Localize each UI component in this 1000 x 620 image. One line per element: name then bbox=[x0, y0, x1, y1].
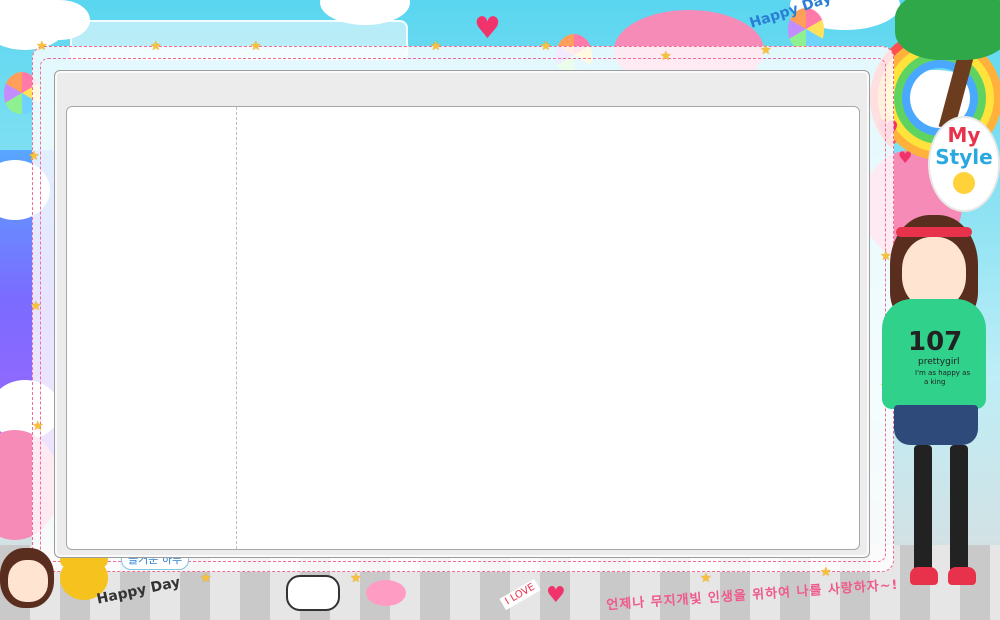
star-icon: ★ bbox=[660, 49, 672, 64]
star-icon: ★ bbox=[760, 43, 772, 58]
smiley-icon bbox=[953, 172, 975, 194]
star-icon: ★ bbox=[150, 39, 162, 54]
heart-icon: ♥ bbox=[546, 583, 566, 608]
star-icon: ★ bbox=[36, 39, 48, 54]
star-icon: ★ bbox=[540, 39, 552, 54]
shirt-slogan-line-1: I'm as happy as bbox=[915, 369, 971, 377]
shirt-slogan-line-2: a king bbox=[924, 378, 946, 386]
left-content-pane[interactable] bbox=[67, 107, 237, 549]
girl-illustration: 107 prettygirl I'm as happy as a king bbox=[868, 215, 1000, 605]
girl-shoe bbox=[910, 567, 938, 585]
shirt-brand: prettygirl bbox=[918, 357, 960, 367]
girl-leg bbox=[914, 445, 932, 575]
cow-illustration bbox=[286, 575, 340, 611]
star-icon: ★ bbox=[700, 571, 712, 586]
star-icon: ★ bbox=[32, 419, 44, 434]
girl-skirt bbox=[894, 405, 978, 445]
girl-leg bbox=[950, 445, 968, 575]
content-book bbox=[66, 106, 860, 550]
star-icon: ★ bbox=[28, 149, 40, 164]
pig-illustration bbox=[366, 580, 406, 606]
kid-face bbox=[8, 560, 48, 602]
kid-illustration bbox=[0, 548, 58, 620]
tree-canopy bbox=[895, 0, 1000, 60]
girl-headband bbox=[896, 227, 972, 237]
star-icon: ★ bbox=[820, 565, 832, 580]
star-icon: ★ bbox=[430, 39, 442, 54]
star-icon: ★ bbox=[350, 571, 362, 586]
heart-icon: ♥ bbox=[474, 11, 501, 46]
heart-icon: ♥ bbox=[898, 148, 913, 167]
star-icon: ★ bbox=[200, 571, 212, 586]
star-icon: ★ bbox=[30, 299, 42, 314]
shirt-number: 107 bbox=[908, 327, 963, 357]
star-icon: ★ bbox=[250, 39, 262, 54]
girl-shoe bbox=[948, 567, 976, 585]
right-content-pane[interactable] bbox=[238, 107, 859, 549]
my-style-word-1: My bbox=[947, 123, 981, 147]
my-style-bubble: My Style bbox=[928, 116, 1000, 212]
my-style-word-2: Style bbox=[935, 145, 993, 169]
